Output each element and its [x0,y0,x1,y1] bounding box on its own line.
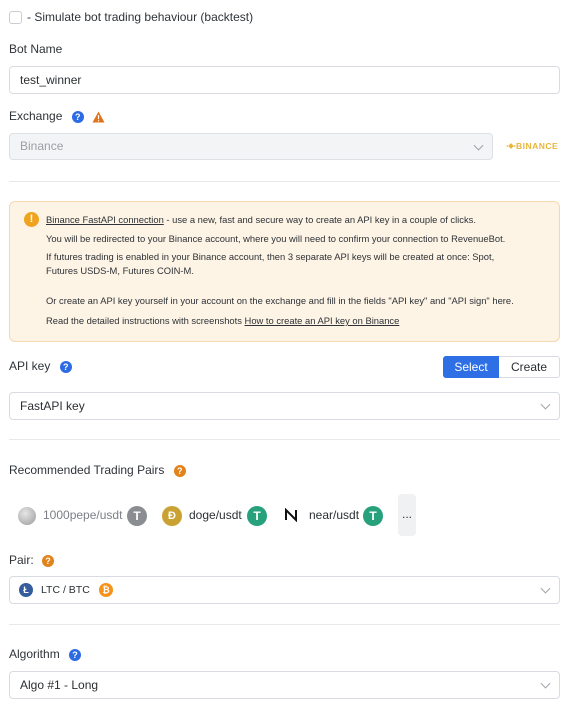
tether-icon: T [247,506,267,526]
doge-coin-icon: Ð [162,506,182,526]
notice-line-3: If futures trading is enabled in your Bi… [46,251,495,262]
binance-diamond-icon [506,143,516,149]
fastapi-link[interactable]: Binance FastAPI connection [46,214,164,225]
divider [9,439,560,440]
help-icon[interactable]: ? [71,110,84,123]
warning-circle-icon: ! [24,212,39,227]
chevron-down-icon [540,583,551,594]
divider [9,624,560,625]
algorithm-select[interactable]: Algo #1 - Long [9,671,560,699]
pair-select-value: LTC / BTC [41,584,90,596]
api-key-label-text: API key [9,359,51,373]
help-icon[interactable]: ? [59,360,72,373]
create-button[interactable]: Create [499,356,560,378]
notice-line-1: Binance FastAPI connection - use a new, … [46,214,476,225]
tether-icon: T [363,506,383,526]
pepe-coin-icon [18,507,36,525]
chevron-down-icon [540,399,551,410]
simulate-checkbox[interactable] [9,11,22,24]
binance-logo: BINANCE [506,141,558,151]
notice-line-6: Read the detailed instructions with scre… [46,315,399,326]
exchange-label-text: Exchange [9,109,63,123]
bitcoin-icon: ₿ [99,583,113,597]
recommended-pairs-label: Recommended Trading Pairs ? [9,463,186,477]
litecoin-icon: Ł [19,583,33,597]
bot-name-label: Bot Name [9,42,63,56]
near-coin-icon [285,508,297,522]
exchange-label: Exchange ? [9,109,105,123]
exchange-select-value: Binance [20,139,64,153]
fastapi-notice: ! Binance FastAPI connection - use a new… [9,201,560,342]
more-pairs-button[interactable]: ... [398,494,416,536]
help-icon[interactable]: ? [173,464,186,477]
api-key-select-value: FastAPI key [20,399,85,413]
notice-line-4: Futures USDS-M, Futures COIN-M. [46,265,194,276]
notice-line-5: Or create an API key yourself in your ac… [46,295,514,306]
help-icon[interactable]: ? [42,554,55,567]
api-key-label: API key ? [9,359,72,373]
api-key-guide-link[interactable]: How to create an API key on Binance [245,315,400,326]
simulate-label: - Simulate bot trading behaviour (backte… [27,10,254,24]
recommended-pair-1000pepe[interactable]: 1000pepe/usdt [43,508,122,522]
binance-logo-text: BINANCE [516,141,559,151]
recommended-pairs-label-text: Recommended Trading Pairs [9,463,165,477]
notice-line-2: You will be redirected to your Binance a… [46,233,506,244]
algorithm-label-text: Algorithm [9,647,60,661]
chevron-down-icon [540,678,551,689]
notice-line-6-text: Read the detailed instructions with scre… [46,315,245,326]
pair-label-text: Pair: [9,553,34,567]
exchange-select: Binance [9,133,493,160]
chevron-down-icon [473,140,484,151]
divider [9,181,560,182]
tether-icon: T [127,506,147,526]
warning-icon[interactable] [92,111,105,123]
recommended-pair-doge[interactable]: doge/usdt [189,508,242,522]
bot-name-input[interactable]: test_winner [9,66,560,94]
pair-select[interactable]: Ł LTC / BTC ₿ [9,576,560,604]
pair-label: Pair: ? [9,553,55,567]
select-button[interactable]: Select [443,356,499,378]
api-key-select[interactable]: FastAPI key [9,392,560,420]
algorithm-label: Algorithm ? [9,647,82,661]
help-icon[interactable]: ? [69,648,82,661]
notice-line-1-text: - use a new, fast and secure way to crea… [163,214,476,225]
algorithm-select-value: Algo #1 - Long [20,678,99,692]
recommended-pair-near[interactable]: near/usdt [309,508,359,522]
